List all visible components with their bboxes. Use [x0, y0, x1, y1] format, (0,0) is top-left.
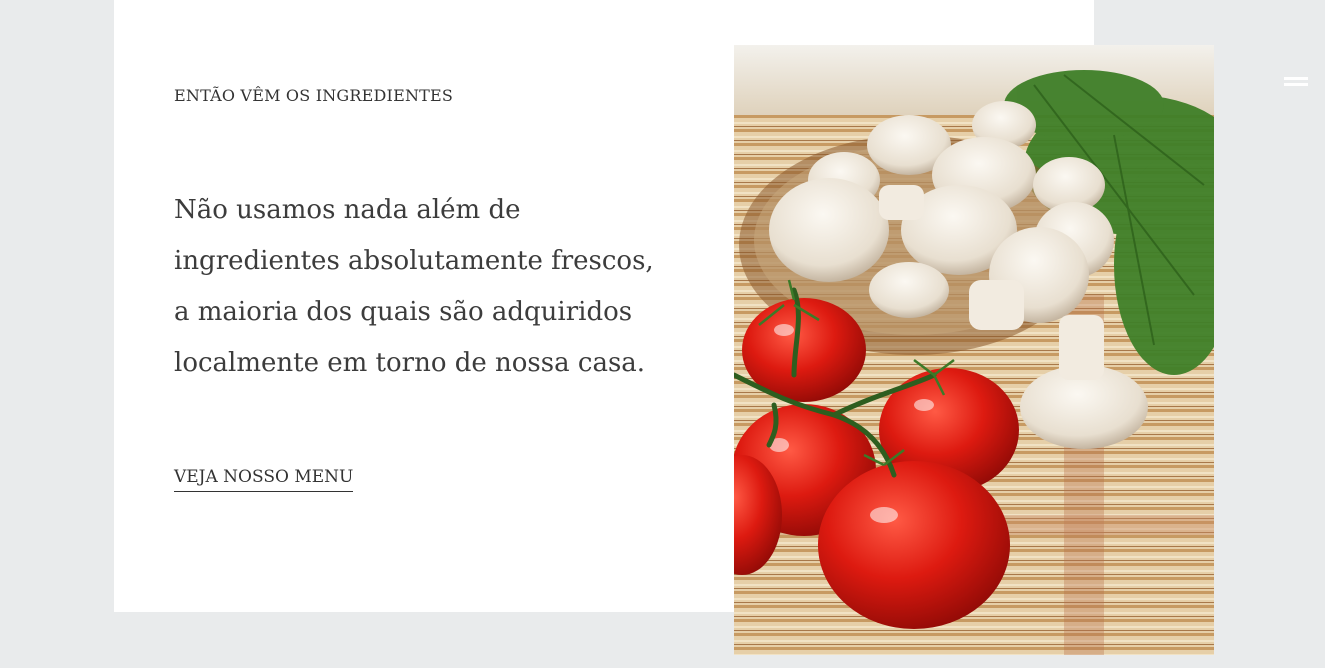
lead-line: localmente em torno de nossa casa.: [174, 348, 646, 378]
lead-line: a maioria dos quais são adquiridos: [174, 297, 633, 327]
view-menu-link[interactable]: VEJA NOSSO MENU: [174, 467, 354, 492]
lead-line: ingredientes absolutamente frescos,: [174, 246, 654, 276]
lead-line: Não usamos nada além de: [174, 195, 521, 225]
menu-bar: [1284, 77, 1308, 80]
hamburger-menu-icon[interactable]: [1280, 72, 1308, 90]
section-lead-text: Não usamos nada além de ingredientes abs…: [174, 185, 664, 389]
menu-bar: [1284, 83, 1308, 86]
ingredients-photo: [734, 45, 1214, 655]
ingredients-illustration: [734, 45, 1214, 655]
section-eyebrow: ENTÃO VÊM OS INGREDIENTES: [174, 86, 454, 105]
